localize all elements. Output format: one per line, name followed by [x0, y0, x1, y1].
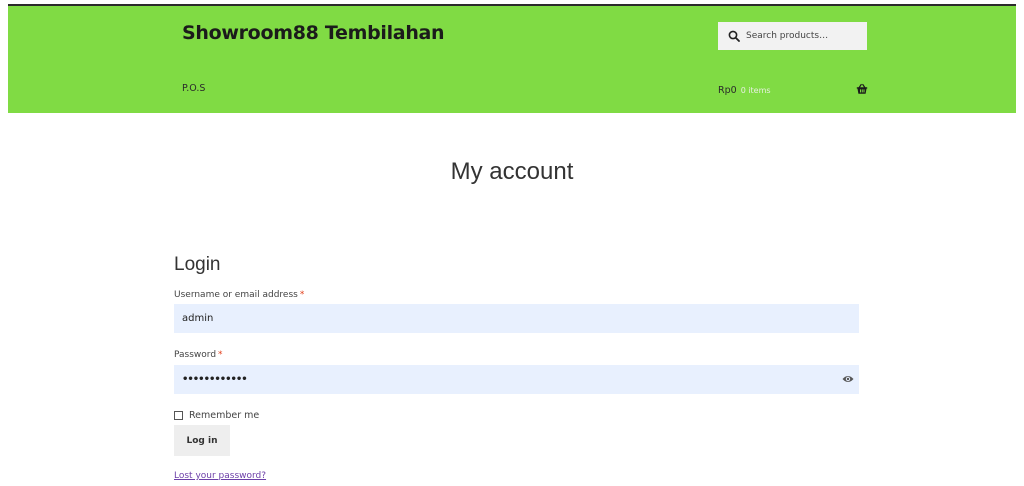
username-label: Username or email address *: [174, 290, 304, 300]
username-label-text: Username or email address: [174, 290, 298, 300]
eye-icon[interactable]: [842, 374, 854, 384]
remember-me-checkbox[interactable]: [174, 411, 183, 420]
search-box[interactable]: [718, 22, 867, 50]
username-field[interactable]: [174, 304, 859, 333]
site-header: Showroom88 Tembilahan P.O.S Rp0 0 items: [8, 4, 1016, 113]
search-input[interactable]: [746, 31, 861, 41]
cart-item-count: 0 items: [740, 85, 771, 95]
password-field[interactable]: [174, 365, 859, 394]
cart-amount: Rp0: [718, 84, 737, 96]
cart-link[interactable]: Rp0 0 items: [718, 82, 868, 98]
password-label-text: Password: [174, 350, 217, 360]
password-label: Password *: [174, 350, 223, 360]
search-icon: [728, 30, 740, 42]
basket-icon: [856, 83, 868, 94]
username-required-mark: *: [299, 290, 305, 300]
password-required-mark: *: [218, 350, 223, 360]
login-heading: Login: [174, 254, 221, 275]
page-title: My account: [450, 158, 574, 185]
page: Showroom88 Tembilahan P.O.S Rp0 0 items …: [0, 0, 1024, 486]
login-button[interactable]: Log in: [174, 425, 230, 456]
lost-password-link[interactable]: Lost your password?: [174, 471, 266, 481]
remember-me-label: Remember me: [189, 410, 260, 421]
nav-item-pos[interactable]: P.O.S: [182, 83, 205, 94]
remember-me[interactable]: Remember me: [174, 410, 259, 421]
site-title-link[interactable]: Showroom88 Tembilahan: [182, 22, 445, 44]
